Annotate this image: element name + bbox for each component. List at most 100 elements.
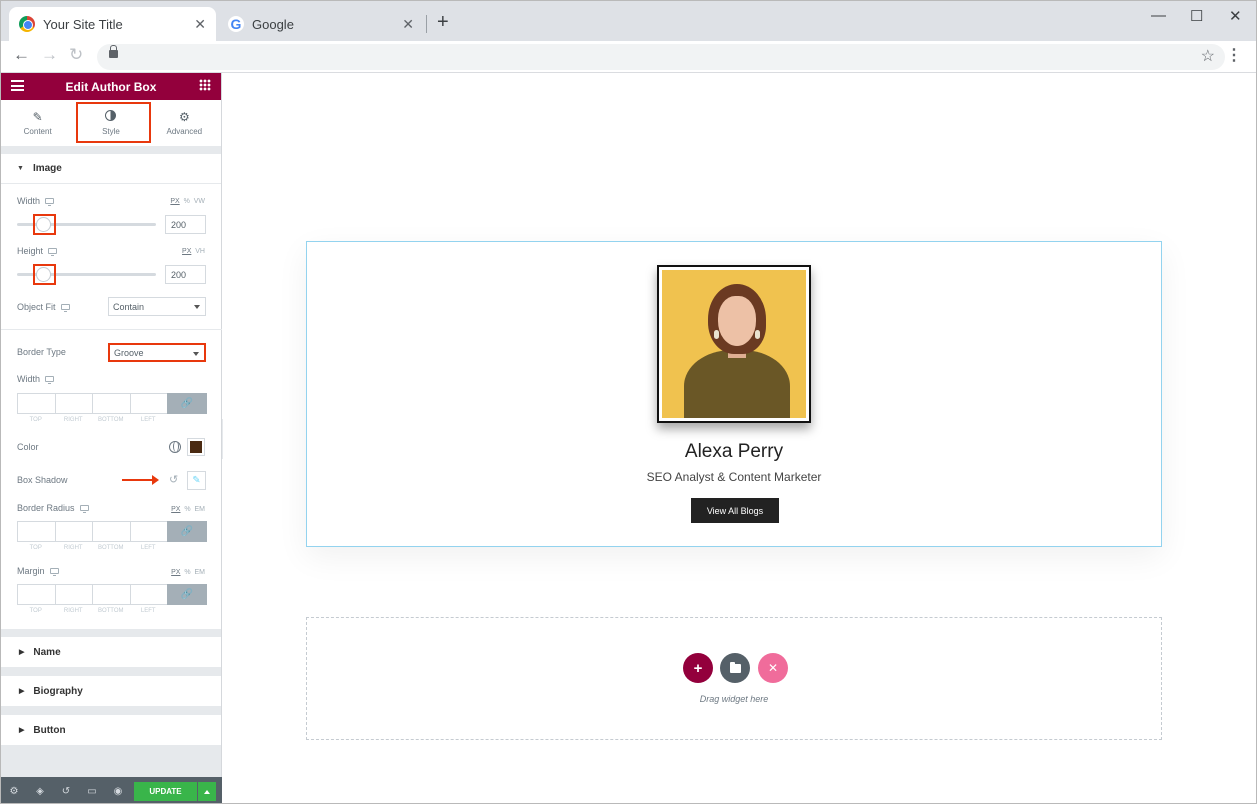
right-input[interactable] [54, 584, 92, 605]
responsive-icon[interactable]: ▭ [79, 786, 105, 797]
tab-your-site-title[interactable]: Your Site Title ✕ [9, 7, 216, 41]
left-input[interactable] [129, 584, 167, 605]
author-box-widget[interactable]: Alexa Perry SEO Analyst & Content Market… [306, 241, 1162, 547]
author-image [657, 265, 811, 423]
top-input[interactable] [17, 584, 55, 605]
template-library-button[interactable] [720, 653, 750, 683]
height-slider-highlight [33, 264, 56, 285]
browser-menu-icon[interactable]: ⋮ [1226, 45, 1242, 65]
height-label: Height [17, 246, 58, 256]
border-type-select[interactable]: Groove [108, 343, 206, 362]
folder-icon [729, 661, 741, 673]
object-fit-select[interactable]: Contain [108, 297, 206, 316]
minimize-button[interactable]: — [1151, 7, 1166, 24]
reset-icon[interactable]: ↺ [169, 473, 178, 486]
new-tab-button[interactable]: + [437, 11, 449, 34]
forward-button[interactable]: → [41, 45, 58, 65]
width-input[interactable]: 200 [165, 215, 206, 234]
top-input[interactable] [17, 393, 55, 414]
view-all-blogs-button[interactable]: View All Blogs [691, 498, 779, 523]
panel-tabs: ✎ Content Style ⚙ Advanced [1, 100, 221, 146]
back-button[interactable]: ← [13, 45, 30, 65]
tab-bar: Your Site Title ✕ G Google ✕ + — ☐ ✕ [1, 1, 1256, 41]
tab-separator [426, 15, 427, 33]
bottom-input[interactable] [92, 393, 130, 414]
update-button[interactable]: UPDATE [134, 782, 197, 801]
border-radius-label: Border Radius [17, 503, 89, 513]
tab-label: Content [23, 127, 52, 136]
google-favicon-icon: G [228, 16, 244, 32]
portrait [662, 270, 806, 418]
color-label: Color [17, 442, 39, 452]
chevron-down-icon [194, 305, 200, 309]
author-name: Alexa Perry [684, 441, 784, 462]
right-input[interactable] [54, 521, 92, 542]
tab-title: Your Site Title [43, 16, 123, 32]
sparkle-icon[interactable]: ✕ [758, 653, 788, 683]
tab-content[interactable]: ✎ Content [1, 100, 74, 146]
link-values-icon[interactable]: 🔗 [167, 393, 207, 414]
border-radius-units[interactable]: PX % EM [171, 506, 205, 513]
top-input[interactable] [17, 521, 55, 542]
desktop-icon [45, 376, 55, 384]
close-window-button[interactable]: ✕ [1229, 7, 1242, 25]
panel-header: Edit Author Box [1, 73, 221, 100]
height-input[interactable]: 200 [165, 265, 206, 284]
widgets-grid-icon[interactable] [199, 79, 211, 91]
button-section-header[interactable]: ▶ Button [1, 715, 221, 745]
tab-close-icon[interactable]: ✕ [402, 16, 414, 33]
browser-window: Your Site Title ✕ G Google ✕ + — ☐ ✕ ← →… [0, 0, 1257, 804]
right-input[interactable] [54, 393, 92, 414]
browser-toolbar: ← → ↻ ☆ ⋮ [1, 41, 1256, 73]
hamburger-menu-icon[interactable] [11, 80, 24, 91]
lock-icon [109, 45, 118, 58]
bottom-input[interactable] [92, 584, 130, 605]
maximize-button[interactable]: ☐ [1190, 7, 1203, 25]
drop-zone[interactable]: + ✕ Drag widget here [306, 617, 1162, 740]
address-bar[interactable]: ☆ [97, 44, 1225, 70]
update-options-button[interactable] [198, 782, 216, 801]
editor-canvas: Alexa Perry SEO Analyst & Content Market… [223, 73, 1256, 803]
dimension-labels: TOP RIGHT BOTTOM LEFT [29, 545, 156, 551]
left-input[interactable] [129, 393, 167, 414]
tab-title: Google [252, 16, 294, 32]
section-title: Name [33, 646, 61, 658]
biography-section-header[interactable]: ▶ Biography [1, 676, 221, 706]
margin-dimensions: 🔗 [17, 584, 207, 605]
tab-close-icon[interactable]: ✕ [194, 16, 206, 33]
height-units[interactable]: PX VH [182, 248, 205, 255]
desktop-icon [49, 568, 59, 576]
margin-units[interactable]: PX % EM [171, 569, 205, 576]
border-type-label: Border Type [17, 347, 66, 357]
left-input[interactable] [129, 521, 167, 542]
bookmark-star-icon[interactable]: ☆ [1201, 46, 1215, 66]
edit-box-shadow-button[interactable]: ✎ [187, 471, 206, 490]
caret-right-icon: ▶ [19, 649, 25, 656]
global-colors-icon[interactable] [169, 441, 181, 453]
dimension-labels: TOP RIGHT BOTTOM LEFT [29, 417, 156, 423]
desktop-icon [45, 198, 55, 206]
tab-google[interactable]: G Google ✕ [218, 7, 424, 41]
pencil-icon: ✎ [32, 110, 43, 124]
width-slider-highlight [33, 214, 56, 235]
color-swatch[interactable] [187, 438, 205, 456]
caret-down-icon: ▼ [17, 165, 24, 172]
add-section-button[interactable]: + [683, 653, 713, 683]
image-section-header[interactable]: ▼ Image [1, 154, 221, 184]
link-values-icon[interactable]: 🔗 [167, 521, 207, 542]
tab-advanced[interactable]: ⚙ Advanced [148, 100, 221, 146]
desktop-icon [48, 248, 58, 256]
history-icon[interactable]: ↺ [53, 786, 79, 797]
chevron-down-icon [193, 352, 199, 356]
width-label: Width [17, 196, 55, 206]
annotation-arrow [122, 475, 159, 485]
layers-icon[interactable]: ◈ [27, 786, 53, 797]
settings-icon[interactable]: ⚙ [1, 786, 27, 797]
name-section-header[interactable]: ▶ Name [1, 637, 221, 667]
width-units[interactable]: PX % VW [170, 198, 205, 205]
eye-icon[interactable]: ◉ [105, 786, 131, 797]
reload-button[interactable]: ↻ [69, 45, 83, 65]
bottom-input[interactable] [92, 521, 130, 542]
divider [1, 329, 222, 330]
link-values-icon[interactable]: 🔗 [167, 584, 207, 605]
